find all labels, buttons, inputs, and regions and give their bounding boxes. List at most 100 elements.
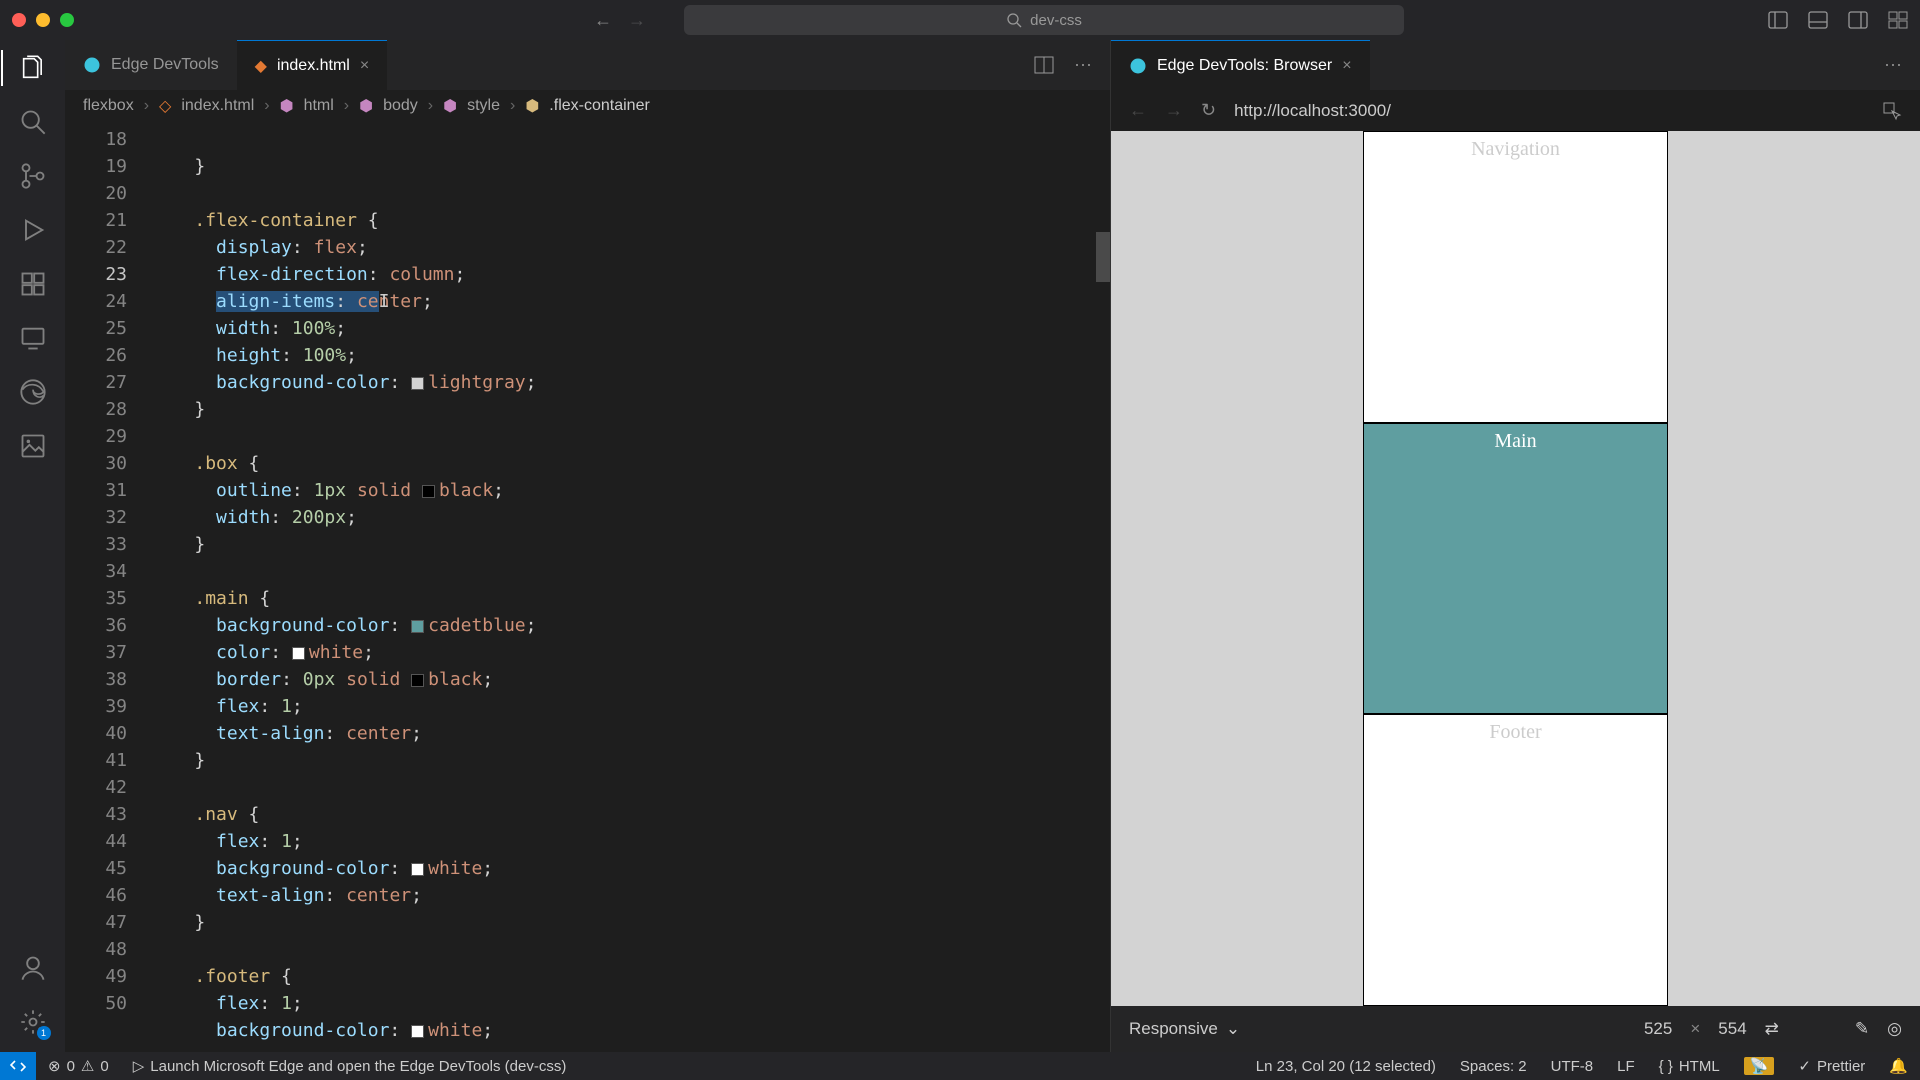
symbol-icon: ⬢: [359, 96, 373, 116]
editor-group-right: Edge DevTools: Browser × ⋯ ← → ↻ http://…: [1110, 40, 1920, 1052]
breadcrumb-symbol[interactable]: style: [467, 97, 500, 115]
command-center-search[interactable]: dev-css: [684, 5, 1404, 35]
code-token: 200px: [292, 507, 346, 528]
code-token: flex: [314, 237, 357, 258]
go-live-button[interactable]: 📡: [1732, 1057, 1787, 1075]
device-selector[interactable]: Responsive: [1129, 1019, 1218, 1039]
code-token: white: [428, 1020, 482, 1041]
color-swatch-icon: [411, 1025, 424, 1038]
editor-group-left: Edge DevTools ◆ index.html × ⋯ flexbox ›…: [65, 40, 1110, 1052]
color-swatch-icon: [411, 863, 424, 876]
code-token: 100%: [303, 345, 346, 366]
browser-back-icon[interactable]: ←: [1129, 100, 1147, 121]
code-token: center: [346, 885, 411, 906]
scrollbar-thumb[interactable]: [1096, 232, 1110, 282]
code-token: 1px: [314, 480, 347, 501]
code-token: .box: [194, 453, 237, 474]
cursor-position[interactable]: Ln 23, Col 20 (12 selected): [1244, 1057, 1448, 1075]
panel-bottom-icon[interactable]: [1808, 11, 1828, 29]
prettier-status[interactable]: Prettier: [1786, 1057, 1877, 1075]
close-tab-icon[interactable]: ×: [1342, 57, 1351, 75]
edge-icon[interactable]: [17, 376, 49, 408]
code-token: width: [216, 507, 270, 528]
extensions-icon[interactable]: [17, 268, 49, 300]
search-activity-icon[interactable]: [17, 106, 49, 138]
code-token: .footer: [194, 966, 270, 987]
browser-viewport[interactable]: Navigation Main Footer: [1111, 131, 1920, 1006]
preview-flex-container: Navigation Main Footer: [1363, 131, 1668, 1006]
vision-icon[interactable]: ◎: [1887, 1019, 1902, 1039]
code-token: black: [428, 669, 482, 690]
inspect-icon[interactable]: [1882, 101, 1902, 121]
search-text: dev-css: [1030, 12, 1082, 29]
nav-back-icon[interactable]: ←: [594, 10, 612, 31]
language-mode[interactable]: { }HTML: [1647, 1057, 1732, 1075]
breadcrumb-symbol[interactable]: .flex-container: [549, 97, 650, 115]
nav-forward-icon[interactable]: →: [628, 10, 646, 31]
run-debug-icon[interactable]: [17, 214, 49, 246]
launch-edge-button[interactable]: ▷ Launch Microsoft Edge and open the Edg…: [121, 1057, 579, 1075]
panel-right-icon[interactable]: [1848, 11, 1868, 29]
encoding-selector[interactable]: UTF-8: [1539, 1057, 1606, 1075]
source-control-icon[interactable]: [17, 160, 49, 192]
remote-explorer-icon[interactable]: [17, 322, 49, 354]
tab-label: index.html: [277, 57, 350, 75]
breadcrumb-folder[interactable]: flexbox: [83, 97, 134, 115]
html-file-icon: ◆: [255, 56, 267, 76]
chevron-right-icon: ›: [428, 97, 433, 115]
preview-main-box: Main: [1363, 423, 1668, 715]
chevron-down-icon[interactable]: ⌄: [1226, 1019, 1240, 1039]
code-line: }: [151, 156, 205, 177]
viewport-height-input[interactable]: 554: [1718, 1019, 1746, 1039]
remote-indicator[interactable]: [0, 1052, 36, 1080]
panel-left-icon[interactable]: [1768, 11, 1788, 29]
customize-layout-icon[interactable]: [1888, 11, 1908, 29]
color-swatch-icon: [411, 674, 424, 687]
explorer-icon[interactable]: [17, 52, 49, 84]
emulation-bar: Responsive ⌄ 525 × 554 ⇄ ✎ ◎: [1111, 1006, 1920, 1052]
settings-gear-icon[interactable]: 1: [17, 1006, 49, 1038]
more-actions-icon[interactable]: ⋯: [1074, 55, 1092, 76]
status-bar: ⊗0 ⚠0 ▷ Launch Microsoft Edge and open t…: [0, 1052, 1920, 1080]
code-token: center: [346, 723, 411, 744]
editor-scrollbar[interactable]: [1096, 122, 1110, 1052]
accounts-icon[interactable]: [17, 952, 49, 984]
minimize-window-icon[interactable]: [36, 13, 50, 27]
breadcrumb-symbol[interactable]: body: [383, 97, 418, 115]
breadcrumb[interactable]: flexbox › ◇ index.html › ⬢ html › ⬢ body…: [65, 90, 1110, 122]
split-editor-icon[interactable]: [1034, 56, 1054, 74]
close-tab-icon[interactable]: ×: [360, 57, 369, 75]
code-content[interactable]: } .flex-container { display: flex; flex-…: [151, 122, 1096, 1052]
window-controls[interactable]: [12, 13, 74, 27]
more-actions-icon[interactable]: ⋯: [1884, 55, 1902, 76]
close-window-icon[interactable]: [12, 13, 26, 27]
code-token: align-items: [216, 291, 335, 312]
edge-tab-icon: [83, 56, 101, 74]
notifications-icon[interactable]: 🔔: [1877, 1057, 1920, 1075]
tab-edge-devtools[interactable]: Edge DevTools: [65, 40, 237, 90]
url-bar[interactable]: http://localhost:3000/: [1234, 101, 1864, 121]
breadcrumb-symbol[interactable]: html: [304, 97, 334, 115]
browser-forward-icon[interactable]: →: [1165, 100, 1183, 121]
code-token: solid: [357, 480, 411, 501]
color-swatch-icon: [292, 647, 305, 660]
viewport-width-input[interactable]: 525: [1644, 1019, 1672, 1039]
tab-index-html[interactable]: ◆ index.html ×: [237, 40, 388, 90]
tab-edge-browser[interactable]: Edge DevTools: Browser ×: [1111, 40, 1370, 90]
problems-indicator[interactable]: ⊗0 ⚠0: [36, 1057, 121, 1075]
breadcrumb-file[interactable]: index.html: [181, 97, 254, 115]
edge-tab-icon: [1129, 57, 1147, 75]
code-token: white: [428, 858, 482, 879]
color-swatch-icon: [411, 377, 424, 390]
maximize-window-icon[interactable]: [60, 13, 74, 27]
indentation-selector[interactable]: Spaces: 2: [1448, 1057, 1539, 1075]
css-wand-icon[interactable]: ✎: [1855, 1019, 1869, 1039]
image-icon[interactable]: [17, 430, 49, 462]
browser-reload-icon[interactable]: ↻: [1201, 100, 1216, 121]
eol-selector[interactable]: LF: [1605, 1057, 1647, 1075]
braces-icon: { }: [1659, 1058, 1673, 1075]
code-editor[interactable]: 1819202122232425262728293031323334353637…: [65, 122, 1110, 1052]
title-bar: ← → dev-css: [0, 0, 1920, 40]
rotate-icon[interactable]: ⇄: [1765, 1019, 1779, 1039]
search-icon: [1006, 12, 1022, 28]
